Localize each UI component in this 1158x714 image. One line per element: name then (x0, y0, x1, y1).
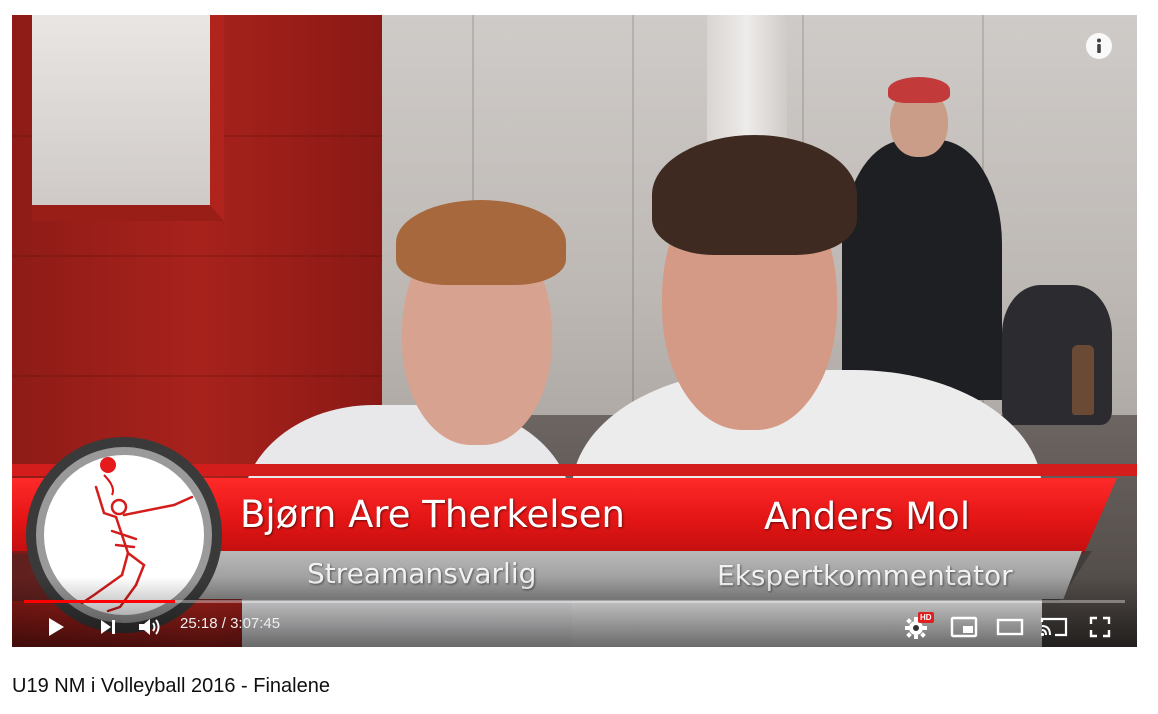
left-name: Bjørn Are Therkelsen (240, 493, 625, 536)
theater-icon (996, 618, 1024, 636)
video-title: U19 NM i Volleyball 2016 - Finalene (12, 675, 330, 697)
right-name: Anders Mol (764, 495, 971, 538)
play-icon (49, 618, 64, 636)
next-icon (101, 620, 115, 634)
time-separator: / (221, 615, 231, 632)
miniplayer-icon (950, 616, 978, 638)
volume-icon (139, 619, 160, 635)
volume-button[interactable] (134, 611, 166, 643)
next-button[interactable] (92, 611, 124, 643)
progress-played (24, 600, 175, 603)
time-display: 25:18 / 3:07:45 (180, 615, 280, 632)
video-player[interactable]: Bjørn Are Therkelsen Anders Mol Streaman… (12, 15, 1137, 647)
info-icon[interactable] (1086, 33, 1112, 59)
cast-button[interactable] (1038, 611, 1070, 643)
cast-icon (1040, 617, 1068, 637)
play-button[interactable] (40, 611, 72, 643)
fullscreen-button[interactable] (1084, 611, 1116, 643)
duration: 3:07:45 (230, 615, 281, 632)
bottle (1072, 345, 1094, 415)
wall-window (32, 15, 224, 221)
fullscreen-icon (1089, 616, 1111, 638)
miniplayer-button[interactable] (948, 611, 980, 643)
backpack (1002, 285, 1112, 425)
hd-badge: HD (918, 612, 934, 623)
settings-button[interactable]: HD (902, 611, 934, 643)
theater-button[interactable] (994, 611, 1026, 643)
progress-bar[interactable] (24, 600, 1125, 603)
current-time: 25:18 (180, 615, 218, 632)
